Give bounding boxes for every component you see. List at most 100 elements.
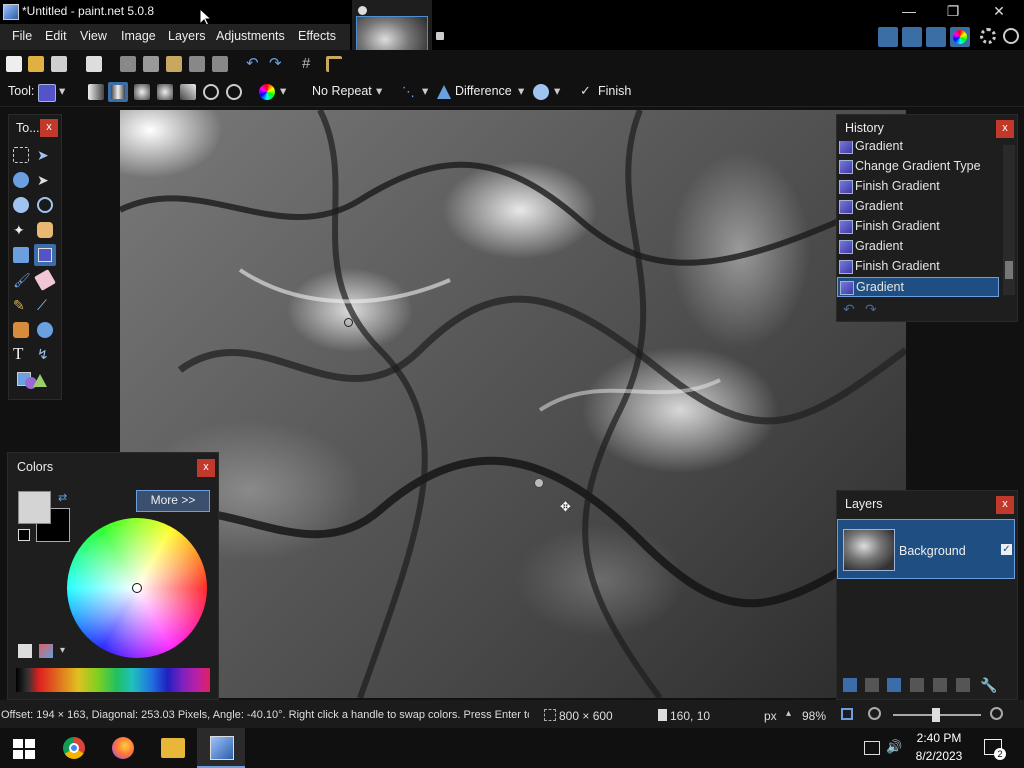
spiral-ccw-icon[interactable] bbox=[226, 84, 242, 100]
shapes-tool-icon[interactable] bbox=[17, 372, 47, 390]
more-colors-button[interactable]: More >> bbox=[136, 490, 210, 512]
minimize-button[interactable]: — bbox=[886, 0, 932, 24]
colors-panel-close-button[interactable]: x bbox=[197, 459, 215, 477]
grid-icon[interactable]: # bbox=[302, 56, 318, 72]
image-canvas[interactable]: ✥ bbox=[120, 110, 906, 698]
zoom-slider-thumb[interactable] bbox=[932, 708, 940, 722]
history-undo-icon[interactable]: ↶ bbox=[843, 301, 855, 318]
repeat-dropdown-icon[interactable]: ▾ bbox=[376, 83, 382, 98]
undo-icon[interactable]: ↶ bbox=[246, 56, 262, 72]
history-scrollbar-thumb[interactable] bbox=[1005, 261, 1013, 279]
maximize-button[interactable]: ❐ bbox=[930, 0, 976, 24]
history-item[interactable]: Finish Gradient bbox=[837, 177, 999, 197]
history-item[interactable]: Gradient bbox=[837, 141, 999, 157]
add-palette-color-icon[interactable] bbox=[18, 644, 32, 658]
duplicate-layer-icon[interactable] bbox=[887, 678, 901, 692]
units-dropdown-icon[interactable]: ▴ bbox=[786, 708, 791, 719]
magic-wand-icon[interactable]: ✦ bbox=[13, 222, 29, 238]
redo-icon[interactable]: ↷ bbox=[269, 56, 285, 72]
history-item[interactable]: Gradient bbox=[837, 197, 999, 217]
move-layer-down-icon[interactable] bbox=[956, 678, 970, 692]
line-curve-icon[interactable]: ↯ bbox=[37, 346, 53, 362]
palette-menu-icon[interactable] bbox=[39, 644, 53, 658]
menu-edit[interactable]: Edit bbox=[45, 29, 67, 43]
firefox-icon[interactable] bbox=[112, 737, 134, 759]
chrome-icon[interactable] bbox=[63, 737, 85, 759]
history-toggle-button[interactable] bbox=[902, 27, 922, 47]
paintbrush-icon[interactable]: 🖌 bbox=[13, 272, 31, 288]
menu-adjustments[interactable]: Adjustments bbox=[216, 29, 285, 43]
colors-toggle-button[interactable] bbox=[950, 27, 970, 47]
clipping-dropdown-icon[interactable]: ▾ bbox=[554, 83, 560, 98]
move-layer-up-icon[interactable] bbox=[933, 678, 947, 692]
antialias-icon[interactable]: ⋱ bbox=[402, 84, 418, 100]
reset-colors-icon[interactable] bbox=[18, 529, 30, 541]
finish-button[interactable]: Finish bbox=[598, 84, 631, 98]
paintnet-taskbar-button[interactable] bbox=[197, 728, 245, 768]
radial-gradient-icon[interactable] bbox=[157, 84, 173, 100]
menu-layers[interactable]: Layers bbox=[168, 29, 206, 43]
conical-gradient-icon[interactable] bbox=[180, 84, 196, 100]
history-scrollbar[interactable] bbox=[1003, 145, 1015, 295]
ruler-icon[interactable] bbox=[326, 56, 342, 72]
deselect-icon[interactable] bbox=[212, 56, 228, 72]
color-mode-icon[interactable] bbox=[259, 84, 275, 100]
zoom-out-icon[interactable] bbox=[868, 707, 881, 720]
gradient-end-handle[interactable] bbox=[534, 478, 544, 488]
linear-gradient-icon[interactable] bbox=[88, 84, 104, 100]
gradient-tool-icon[interactable] bbox=[38, 84, 56, 102]
repeat-mode-select[interactable]: No Repeat bbox=[312, 84, 372, 98]
move-selection-icon[interactable]: ➤ bbox=[37, 147, 53, 163]
taskbar-time[interactable]: 2:40 PM bbox=[913, 731, 965, 745]
units-select[interactable]: px bbox=[764, 709, 777, 723]
add-layer-icon[interactable] bbox=[843, 678, 857, 692]
tools-panel-close-button[interactable]: x bbox=[40, 119, 58, 137]
history-item[interactable]: Finish Gradient bbox=[837, 257, 999, 277]
menu-effects[interactable]: Effects bbox=[298, 29, 336, 43]
taskbar-date[interactable]: 8/2/2023 bbox=[911, 749, 967, 763]
spiral-cw-icon[interactable] bbox=[203, 84, 219, 100]
rectangle-select-icon[interactable] bbox=[13, 147, 29, 163]
antialias-dropdown-icon[interactable]: ▾ bbox=[422, 83, 428, 98]
eraser-icon[interactable] bbox=[34, 269, 56, 291]
paint-bucket-icon[interactable] bbox=[13, 247, 29, 263]
network-icon[interactable] bbox=[864, 741, 880, 755]
copy-icon[interactable] bbox=[143, 56, 159, 72]
recolor-icon[interactable] bbox=[37, 322, 53, 338]
history-item[interactable]: Finish Gradient bbox=[837, 217, 999, 237]
paste-icon[interactable] bbox=[166, 56, 182, 72]
zoom-to-window-icon[interactable] bbox=[841, 708, 853, 720]
blend-mode-select[interactable]: Difference bbox=[455, 84, 512, 98]
layer-visibility-checkbox[interactable]: ✓ bbox=[1001, 544, 1012, 555]
merge-down-icon[interactable] bbox=[910, 678, 924, 692]
color-wheel-marker[interactable] bbox=[132, 583, 142, 593]
reflected-gradient-button[interactable] bbox=[108, 82, 128, 102]
blend-dropdown-icon[interactable]: ▾ bbox=[518, 83, 524, 98]
delete-layer-icon[interactable] bbox=[865, 678, 879, 692]
print-icon[interactable] bbox=[86, 56, 102, 72]
color-mode-dropdown-icon[interactable]: ▾ bbox=[280, 83, 286, 98]
palette-dropdown-icon[interactable]: ▾ bbox=[60, 645, 65, 656]
clone-stamp-icon[interactable] bbox=[13, 322, 29, 338]
menu-file[interactable]: File bbox=[12, 29, 32, 43]
tool-dropdown-icon[interactable]: ▾ bbox=[59, 83, 65, 98]
zoom-in-icon[interactable] bbox=[990, 707, 1003, 720]
menu-image[interactable]: Image bbox=[121, 29, 156, 43]
swap-colors-icon[interactable]: ⇄ bbox=[58, 491, 67, 504]
file-explorer-icon[interactable] bbox=[161, 738, 185, 758]
history-panel-close-button[interactable]: x bbox=[996, 120, 1014, 138]
close-window-button[interactable]: ✕ bbox=[976, 0, 1022, 24]
history-item[interactable]: Gradient bbox=[837, 237, 999, 257]
cut-icon[interactable] bbox=[120, 56, 136, 72]
volume-icon[interactable]: 🔊 bbox=[886, 739, 902, 755]
menu-view[interactable]: View bbox=[80, 29, 107, 43]
windows-start-icon[interactable] bbox=[13, 739, 35, 759]
lasso-select-icon[interactable] bbox=[13, 172, 29, 188]
zoom-level[interactable]: 98% bbox=[802, 709, 826, 723]
text-tool-icon[interactable]: T bbox=[13, 345, 29, 362]
tools-toggle-button[interactable] bbox=[878, 27, 898, 47]
crop-icon[interactable] bbox=[189, 56, 205, 72]
selection-clipping-icon[interactable] bbox=[533, 84, 549, 100]
zoom-tool-icon[interactable] bbox=[37, 197, 53, 213]
color-palette-strip[interactable] bbox=[16, 668, 210, 692]
